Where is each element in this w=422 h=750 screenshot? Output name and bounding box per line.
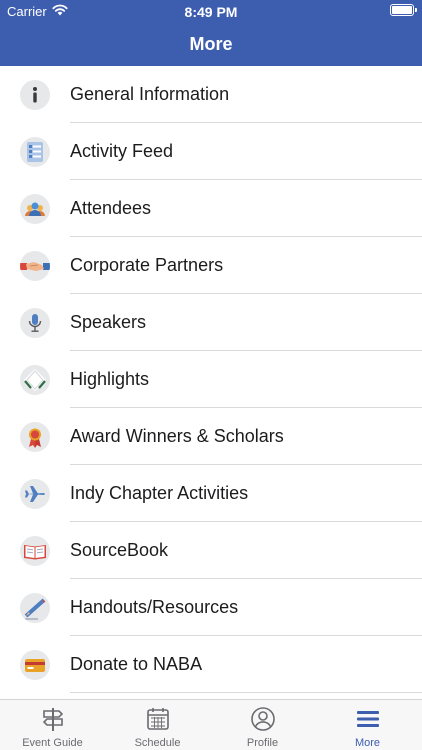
tab-bar: Event Guide Schedule Profile More: [0, 699, 422, 750]
tab-event-guide[interactable]: Event Guide: [0, 700, 105, 750]
signpost-icon: [42, 708, 64, 731]
attendees-icon: [20, 194, 50, 224]
tab-schedule[interactable]: Schedule: [105, 700, 210, 750]
menu-item-award-winners-scholars[interactable]: Award Winners & Scholars: [0, 408, 422, 465]
calendar-icon: [147, 708, 169, 730]
menu-item-label: Handouts/Resources: [70, 597, 239, 617]
info-icon: [20, 80, 50, 110]
tab-label: Event Guide: [22, 737, 83, 749]
tab-more[interactable]: More: [315, 700, 420, 750]
open-book-icon: [20, 536, 50, 566]
highlights-icon: [20, 365, 50, 395]
menu-item-corporate-partners[interactable]: Corporate Partners: [0, 237, 422, 294]
tab-label: Schedule: [134, 737, 181, 749]
award-ribbon-icon: [20, 422, 50, 452]
credit-card-icon: [20, 650, 50, 680]
menu-item-label: General Information: [70, 84, 230, 104]
menu-item-speakers[interactable]: Speakers: [0, 294, 422, 351]
pencil-note-icon: [20, 593, 50, 623]
menu-item-label: Indy Chapter Activities: [70, 483, 249, 503]
battery-icon: [390, 4, 417, 16]
menu-item-label: Highlights: [70, 369, 150, 389]
divider: [70, 692, 422, 693]
activity-feed-icon: [20, 137, 50, 167]
nav-header: Carrier 8:49 PM More: [0, 0, 422, 66]
menu-item-label: Donate to NABA: [70, 654, 203, 674]
menu-item-label: SourceBook: [70, 540, 169, 560]
menu-item-indy-chapter-activities[interactable]: Indy Chapter Activities: [0, 465, 422, 522]
more-menu-list: General Information Activity Feed Attend…: [0, 66, 422, 693]
menu-item-general-information[interactable]: General Information: [0, 66, 422, 123]
menu-item-handouts-resources[interactable]: Handouts/Resources: [0, 579, 422, 636]
profile-icon: [251, 707, 275, 731]
tab-profile[interactable]: Profile: [210, 700, 315, 750]
menu-item-highlights[interactable]: Highlights: [0, 351, 422, 408]
status-bar: Carrier 8:49 PM: [0, 0, 422, 22]
menu-item-activity-feed[interactable]: Activity Feed: [0, 123, 422, 180]
tab-label: Profile: [246, 737, 279, 749]
handshake-icon: [20, 251, 50, 281]
page-title: More: [189, 34, 233, 54]
menu-item-label: Attendees: [70, 198, 152, 218]
menu-item-attendees[interactable]: Attendees: [0, 180, 422, 237]
menu-item-label: Speakers: [70, 312, 147, 332]
status-time: 8:49 PM: [184, 4, 238, 20]
menu-item-sourcebook[interactable]: SourceBook: [0, 522, 422, 579]
microphone-icon: [20, 308, 50, 338]
menu-item-label: Activity Feed: [70, 141, 174, 161]
menu-item-label: Award Winners & Scholars: [70, 426, 284, 446]
tab-label: More: [354, 737, 381, 749]
airplane-icon: [20, 479, 50, 509]
menu-item-donate-to-naba[interactable]: Donate to NABA: [0, 636, 422, 693]
hamburger-menu-icon: [357, 711, 379, 727]
menu-item-label: Corporate Partners: [70, 255, 224, 275]
